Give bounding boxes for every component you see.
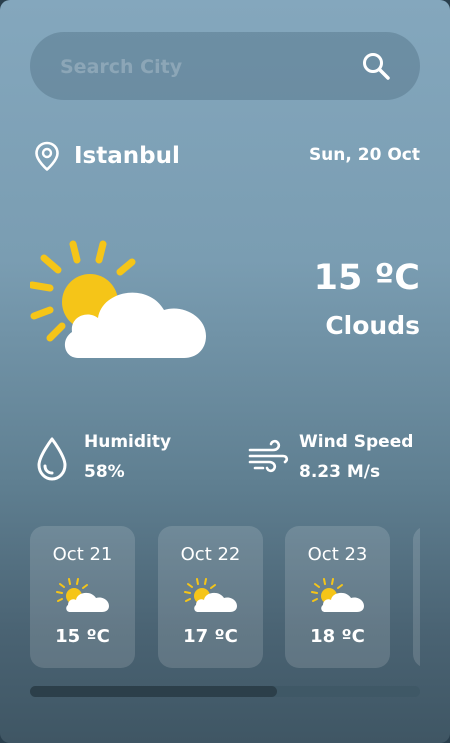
wind-label: Wind Speed (299, 432, 414, 452)
forecast-temp: 18 ºC (310, 626, 365, 647)
sun-cloud-icon (30, 240, 206, 358)
search-button[interactable] (360, 50, 392, 82)
scrollbar-thumb[interactable] (30, 686, 277, 697)
forecast-list[interactable]: Oct 21 15 ºC Oct 22 17 ºC Oct 23 18 ºC (30, 526, 420, 668)
forecast-date: Oct 22 (180, 544, 241, 565)
search-input[interactable] (58, 32, 362, 102)
wind-icon (248, 439, 289, 473)
humidity-label: Humidity (84, 432, 172, 452)
location: Istanbul (32, 140, 180, 172)
forecast-card-partial[interactable] (413, 526, 420, 668)
wind-value: 8.23 M/s (299, 462, 381, 482)
droplet-icon (37, 437, 67, 481)
current-condition: Clouds (325, 311, 420, 340)
humidity-stat: Humidity 58% (34, 427, 171, 487)
map-pin-icon (35, 141, 59, 171)
sun-cloud-icon (56, 578, 109, 612)
forecast-temp: 15 ºC (55, 626, 110, 647)
forecast-scrollbar[interactable] (30, 686, 420, 697)
current-date: Sun, 20 Oct (308, 145, 420, 165)
wind-stat: Wind Speed 8.23 M/s (247, 427, 413, 487)
forecast-date: Oct 21 (52, 544, 113, 565)
forecast-temp: 17 ºC (183, 626, 238, 647)
sun-cloud-icon (311, 578, 364, 612)
humidity-value: 58% (84, 462, 125, 482)
forecast-card[interactable]: Oct 22 17 ºC (158, 526, 263, 668)
city-name: Istanbul (74, 143, 180, 169)
search-bar (30, 32, 420, 102)
sun-cloud-icon (184, 578, 237, 612)
forecast-card[interactable]: Oct 23 18 ºC (285, 526, 390, 668)
forecast-date: Oct 23 (307, 544, 368, 565)
search-icon (363, 53, 390, 80)
forecast-card[interactable]: Oct 21 15 ºC (30, 526, 135, 668)
current-temperature: 15 ºC (313, 258, 420, 298)
weather-card: Istanbul Sun, 20 Oct 15 ºC Clouds Humidi… (0, 0, 450, 743)
